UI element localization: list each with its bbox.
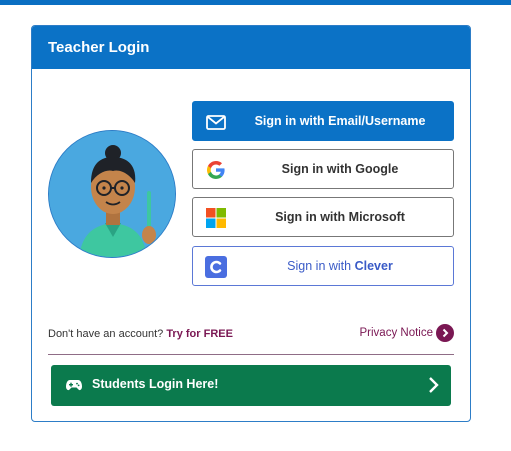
try-for-free-link[interactable]: Try for FREE: [166, 328, 233, 340]
students-login-label: Students Login Here!: [92, 377, 219, 391]
sign-in-microsoft-button[interactable]: Sign in with Microsoft: [192, 197, 454, 237]
envelope-icon: [205, 111, 227, 133]
sign-in-microsoft-label: Sign in with Microsoft: [275, 210, 405, 224]
chevron-right-circle-icon: [436, 324, 454, 342]
clever-prefix-text: Sign in with: [287, 259, 352, 273]
microsoft-logo-icon: [205, 207, 227, 229]
students-login-button[interactable]: Students Login Here!: [51, 365, 451, 406]
gamepad-icon: [66, 378, 82, 397]
clever-brand-text: Clever: [354, 259, 393, 273]
no-account-text: Don't have an account?: [48, 328, 164, 340]
card-title: Teacher Login: [32, 26, 470, 69]
sign-in-email-label: Sign in with Email/Username: [254, 114, 426, 128]
clever-logo-icon: [205, 256, 227, 278]
teacher-login-card: Teacher Login Sign in with Email/Usernam…: [31, 25, 471, 422]
signup-row: Don't have an account? Try for FREE: [48, 328, 233, 340]
sign-in-clever-button[interactable]: Sign in with Clever: [192, 246, 454, 286]
google-logo-icon: [205, 159, 227, 181]
sign-in-google-button[interactable]: Sign in with Google: [192, 149, 454, 189]
privacy-notice-label: Privacy Notice: [359, 327, 434, 339]
sign-in-clever-label: Sign in with Clever: [193, 259, 453, 273]
privacy-notice-link[interactable]: Privacy Notice: [359, 324, 454, 342]
sign-in-google-label: Sign in with Google: [281, 162, 399, 176]
sign-in-email-button[interactable]: Sign in with Email/Username: [192, 101, 454, 141]
teacher-avatar: [48, 130, 176, 258]
top-accent-bar: [0, 0, 511, 5]
chevron-right-icon: [427, 376, 439, 399]
section-divider: [48, 354, 454, 355]
